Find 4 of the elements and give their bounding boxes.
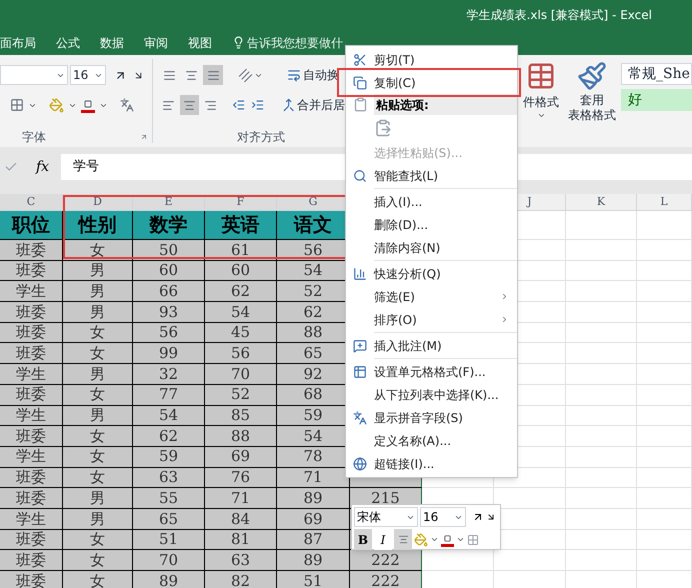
menu-section-header: 粘贴选项:: [374, 94, 517, 115]
group-label: 对齐方式: [237, 129, 285, 146]
window-title: 学生成绩表.xls [兼容模式] - Excel: [466, 7, 652, 24]
group-label: 字体: [22, 129, 46, 146]
